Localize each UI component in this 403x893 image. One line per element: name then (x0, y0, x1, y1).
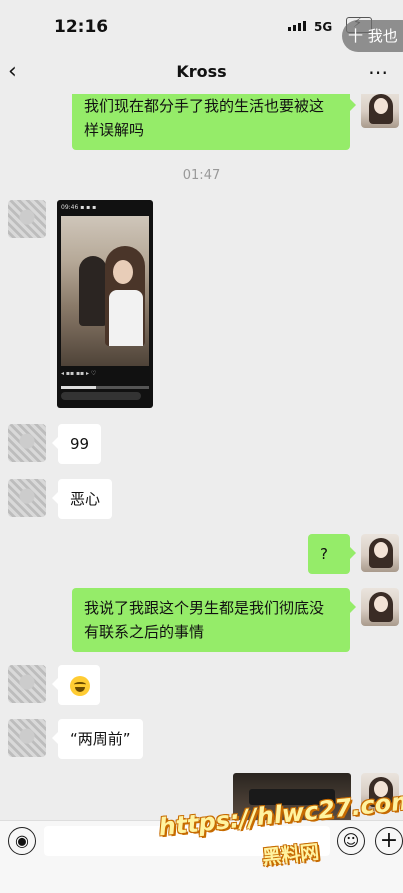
video-controls: ◂ ▪▪ ▪▪ ▸ ♡ (61, 370, 97, 377)
floating-tag[interactable]: 十 我也 (342, 20, 403, 52)
my-avatar[interactable] (361, 534, 399, 572)
signal-icon (288, 21, 306, 31)
video-thumbnail (61, 216, 149, 366)
message-bubble[interactable] (52, 665, 100, 705)
status-time: 12:16 (54, 17, 109, 37)
status-bar: 12:16 5G ⚡ 十 我也 (0, 0, 403, 52)
contact-avatar[interactable] (8, 665, 46, 703)
message-bubble[interactable]: 我们现在都分手了我的生活也要被这 样误解吗 (72, 94, 356, 150)
voice-icon[interactable]: ◉ (8, 827, 36, 855)
message-timestamp: 01:47 (182, 168, 221, 183)
contact-avatar[interactable] (8, 424, 46, 462)
video-message[interactable]: 09:46 ▪ ▪ ▪ ◂ ▪▪ ▪▪ ▸ ♡ (57, 200, 153, 408)
message-bubble[interactable]: 99 (51, 424, 102, 464)
my-avatar[interactable] (361, 94, 399, 128)
grin-sweat-emoji-icon (70, 675, 90, 696)
message-list[interactable]: 我们现在都分手了我的生活也要被这 样误解吗 01:47 09:46 ▪ ▪ ▪ … (0, 94, 403, 820)
plus-icon[interactable]: + (375, 827, 403, 855)
message-bubble[interactable]: 恶心 (51, 479, 113, 519)
message-bubble[interactable]: “两周前” (52, 719, 143, 759)
my-avatar[interactable] (361, 588, 399, 626)
message-bubble[interactable]: 我说了我跟这个男生都是我们彻底没 有联系之后的事情 (72, 588, 356, 652)
contact-avatar[interactable] (8, 200, 46, 238)
message-bubble[interactable]: ? (308, 534, 356, 574)
emoji-icon[interactable]: ☺ (337, 827, 365, 855)
more-icon[interactable]: ⋯ (368, 60, 389, 84)
video-progress (61, 386, 149, 389)
contact-avatar[interactable] (8, 479, 46, 517)
contact-avatar[interactable] (8, 719, 46, 757)
network-label: 5G (314, 20, 333, 34)
chat-header: ‹ Kross ⋯ (0, 50, 403, 94)
chat-title: Kross (176, 62, 227, 81)
